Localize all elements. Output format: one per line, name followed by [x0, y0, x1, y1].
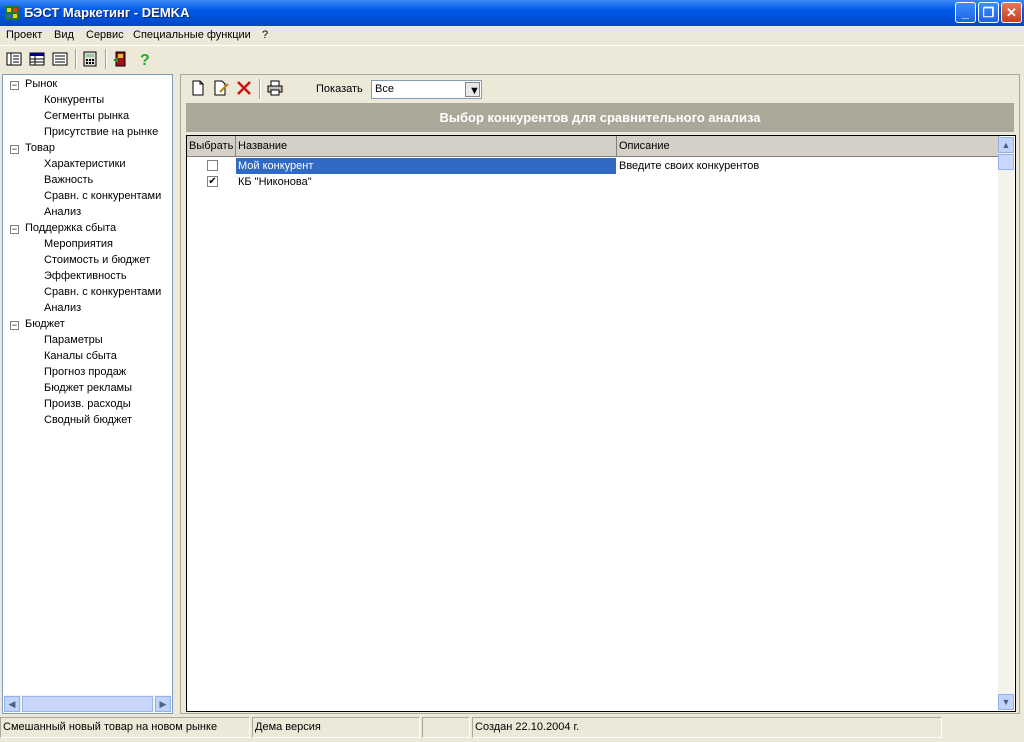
chevron-up-icon: ▲ [1001, 140, 1011, 150]
panel-heading: Выбор конкурентов для сравнительного ана… [186, 103, 1014, 132]
close-icon: ✕ [1006, 5, 1017, 20]
scroll-right-button[interactable]: ▶ [155, 696, 171, 712]
panel-toolbar: Показать Все ▼ [181, 75, 1019, 102]
scroll-up-button[interactable]: ▲ [998, 137, 1014, 153]
status-version: Дема версия [252, 717, 420, 738]
dropdown-arrow-button[interactable]: ▼ [465, 82, 480, 97]
minimize-icon: _ [961, 5, 970, 20]
minimize-button[interactable]: _ [955, 2, 976, 23]
select-checkbox[interactable]: ✔ [207, 176, 218, 187]
cell-name[interactable]: КБ "Никонова" [236, 174, 616, 190]
main-toolbar: ? [0, 45, 1024, 72]
menu-project[interactable]: Проект [6, 29, 42, 41]
collapse-icon[interactable]: − [10, 321, 19, 330]
tree-group[interactable]: Товар [25, 142, 55, 154]
column-select[interactable]: Выбрать [187, 136, 236, 156]
checkmark-icon: ✔ [208, 176, 217, 187]
tree-item[interactable]: Каналы сбыта [44, 350, 117, 362]
collapse-icon[interactable]: − [10, 81, 19, 90]
scroll-thumb[interactable] [998, 154, 1014, 170]
toolbar-separator [105, 49, 107, 69]
tree-item[interactable]: Сводный бюджет [44, 414, 132, 426]
menu-service[interactable]: Сервис [86, 29, 124, 41]
status-empty [422, 717, 470, 738]
scroll-down-button[interactable]: ▼ [998, 694, 1014, 710]
tree-item[interactable]: Важность [44, 174, 93, 186]
window-title: БЭСТ Маркетинг - DEMKA [24, 5, 190, 20]
competitors-grid: Выбрать Название Описание ▲ ▼ Мой конкур… [186, 135, 1016, 712]
tree-item[interactable]: Присутствие на рынке [44, 126, 158, 138]
edit-document-icon[interactable] [213, 80, 229, 96]
cell-description[interactable]: Введите своих конкурентов [617, 158, 997, 174]
view-list-icon[interactable] [52, 51, 68, 67]
app-icon [5, 6, 19, 20]
status-bar: Смешанный новый товар на новом рынке Дем… [0, 717, 1024, 742]
table-row[interactable]: Мой конкурент Введите своих конкурентов [187, 158, 999, 174]
show-filter-value: Все [375, 83, 394, 95]
collapse-icon[interactable]: − [10, 145, 19, 154]
chevron-down-icon: ▼ [1001, 697, 1011, 707]
menu-help[interactable]: ? [262, 29, 268, 41]
tree-item[interactable]: Прогноз продаж [44, 366, 126, 378]
tree-item[interactable]: Эффективность [44, 270, 127, 282]
tree-item[interactable]: Сегменты рынка [44, 110, 129, 122]
svg-text:?: ? [140, 52, 150, 67]
chevron-right-icon: ▶ [159, 699, 167, 709]
tree-group[interactable]: Бюджет [25, 318, 65, 330]
competitors-panel: Показать Все ▼ Выбор конкурентов для сра… [180, 74, 1020, 714]
close-button[interactable]: ✕ [1001, 2, 1022, 23]
menu-bar: Проект Вид Сервис Специальные функции ? [0, 26, 1024, 45]
cell-name[interactable]: Мой конкурент [236, 158, 616, 174]
help-icon[interactable]: ? [137, 51, 153, 67]
tree-item[interactable]: Характеристики [44, 158, 126, 170]
select-checkbox[interactable] [207, 160, 218, 171]
column-name[interactable]: Название [236, 136, 617, 156]
toolbar-separator [75, 49, 77, 69]
tree-item[interactable]: Бюджет рекламы [44, 382, 132, 394]
restore-button[interactable]: ❐ [978, 2, 999, 23]
chevron-left-icon: ◀ [8, 699, 16, 709]
chevron-down-icon: ▼ [469, 85, 480, 97]
menu-special[interactable]: Специальные функции [133, 29, 251, 41]
view-table-icon[interactable] [29, 51, 45, 67]
grid-header: Выбрать Название Описание [187, 136, 999, 157]
tree-horizontal-scrollbar[interactable]: ◀ ▶ [4, 695, 171, 712]
grid-vertical-scrollbar[interactable]: ▲ ▼ [998, 137, 1014, 710]
restore-icon: ❐ [982, 5, 995, 20]
tree-item[interactable]: Сравн. с конкурентами [44, 286, 161, 298]
navigation-tree: ◀ ▶ − Рынок Конкуренты Сегменты рынка Присут… [2, 74, 173, 714]
tree-item[interactable]: Мероприятия [44, 238, 113, 250]
calculator-icon[interactable] [82, 51, 98, 67]
tree-item[interactable]: Сравн. с конкурентами [44, 190, 161, 202]
tree-item[interactable]: Конкуренты [44, 94, 104, 106]
menu-view[interactable]: Вид [54, 29, 74, 41]
new-document-icon[interactable] [190, 80, 206, 96]
table-row[interactable]: ✔ КБ "Никонова" [187, 174, 999, 190]
tree-item[interactable]: Произв. расходы [44, 398, 131, 410]
print-icon[interactable] [267, 80, 283, 96]
tree-item[interactable]: Стоимость и бюджет [44, 254, 150, 266]
show-label: Показать [316, 83, 363, 95]
toolbar-separator [259, 79, 261, 99]
view-tree-icon[interactable] [6, 51, 22, 67]
tree-item[interactable]: Анализ [44, 206, 81, 218]
scroll-thumb[interactable] [22, 696, 153, 712]
tree-item[interactable]: Параметры [44, 334, 103, 346]
tree-item[interactable]: Анализ [44, 302, 81, 314]
scroll-left-button[interactable]: ◀ [4, 696, 20, 712]
tree-group[interactable]: Рынок [25, 78, 57, 90]
status-product-type: Смешанный новый товар на новом рынке [0, 717, 250, 738]
delete-icon[interactable] [236, 80, 252, 96]
cell-description[interactable] [617, 174, 997, 190]
exit-door-icon[interactable] [112, 51, 128, 67]
tree-group[interactable]: Поддержка сбыта [25, 222, 116, 234]
status-created-date: Создан 22.10.2004 г. [472, 717, 942, 738]
title-bar[interactable]: БЭСТ Маркетинг - DEMKA _ ❐ ✕ [0, 0, 1024, 26]
collapse-icon[interactable]: − [10, 225, 19, 234]
column-description[interactable]: Описание [617, 136, 999, 156]
show-filter-select[interactable]: Все ▼ [371, 80, 482, 99]
